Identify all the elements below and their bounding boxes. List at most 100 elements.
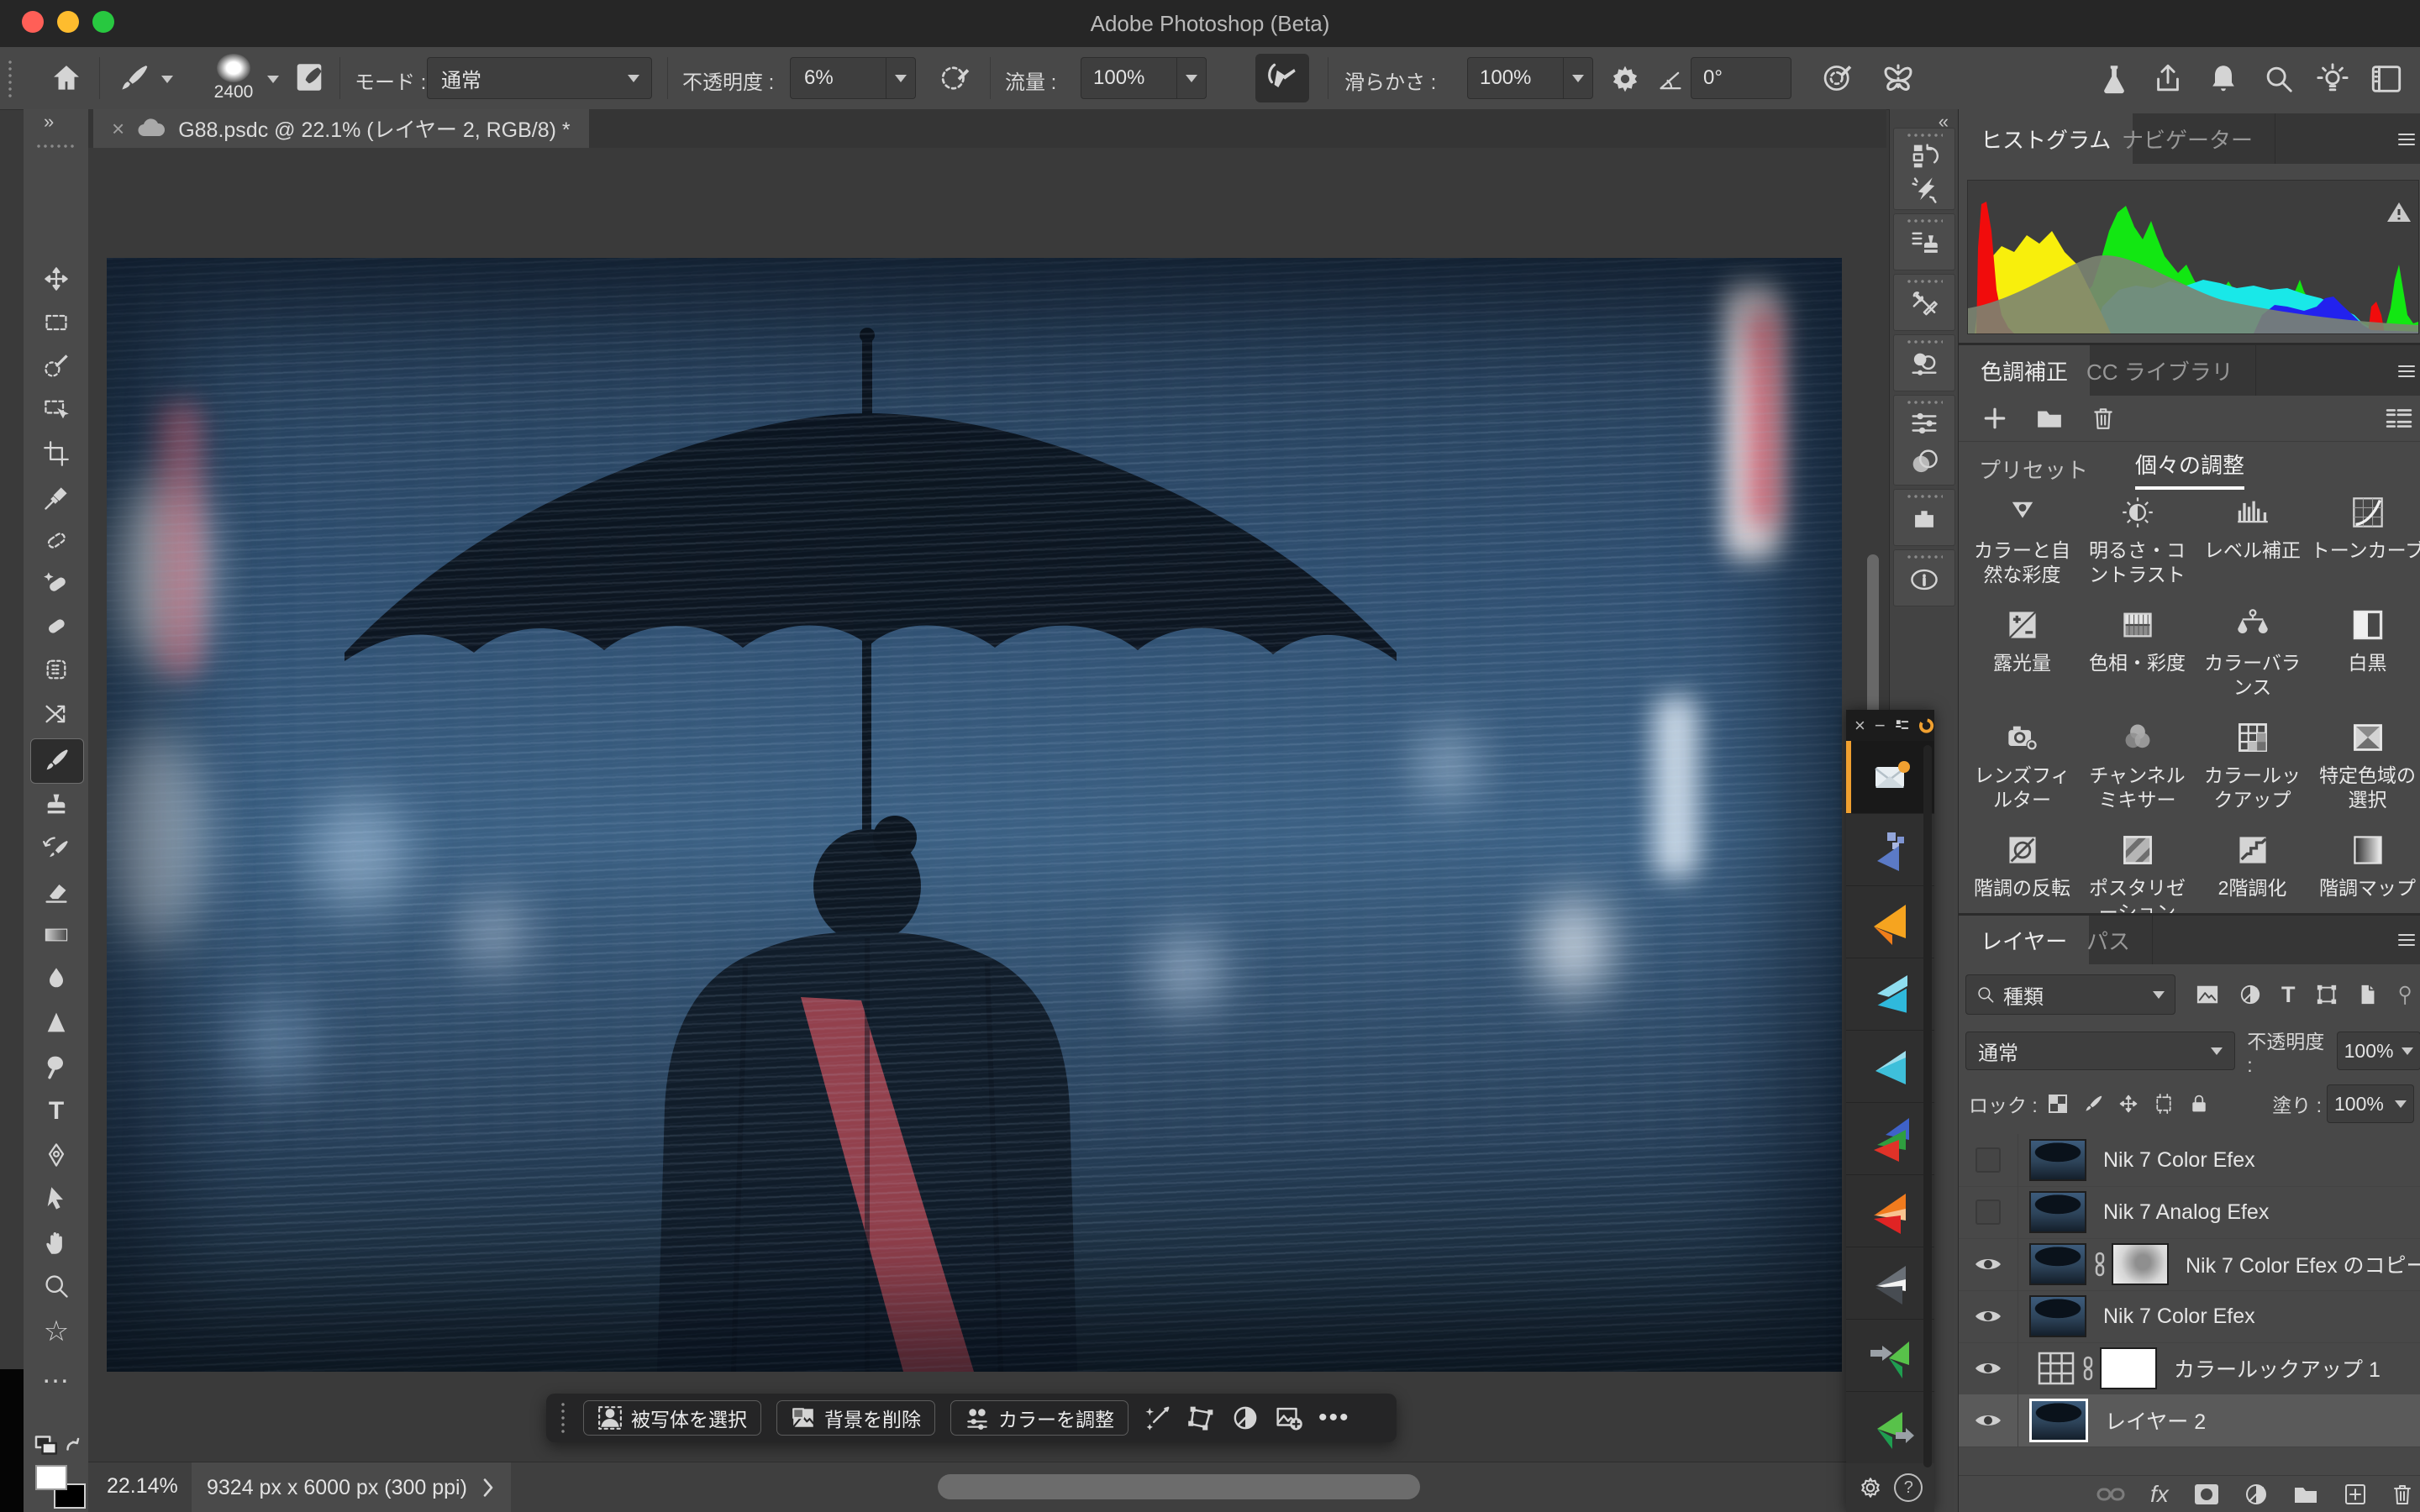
menu-icon[interactable]: [1895, 718, 1909, 733]
layer-mask-thumbnail[interactable]: [2100, 1347, 2157, 1389]
content-aware-move-tool-icon[interactable]: [42, 700, 71, 728]
adjustment-color-lookup[interactable]: カラールックアップ: [2195, 721, 2310, 812]
canvas-area[interactable]: 被写体を選択 背景を削除 カラーを調整 •••: [88, 148, 1886, 1462]
search-icon[interactable]: [2262, 62, 2296, 96]
panel-menu-icon[interactable]: [2396, 129, 2417, 150]
brush-size-picker[interactable]: 2400: [202, 54, 266, 102]
panel-grip[interactable]: [1906, 218, 1943, 224]
tab-paths[interactable]: パス: [2065, 916, 2153, 964]
add-image-icon[interactable]: [1275, 1404, 1303, 1432]
patch-tool-icon[interactable]: [42, 655, 71, 684]
adjustment-half-circle-icon[interactable]: [1231, 1404, 1260, 1432]
custom-shape-star-icon[interactable]: ☆: [42, 1317, 71, 1346]
panel-grip[interactable]: [1906, 554, 1943, 560]
document-info[interactable]: 9324 px x 6000 px (300 ppi): [192, 1462, 511, 1512]
add-adjustment-icon[interactable]: [1982, 406, 2007, 431]
chevron-down-icon[interactable]: [1176, 58, 1206, 98]
layer-thumbnail[interactable]: [2029, 1399, 2088, 1442]
adjustment-curves[interactable]: トーンカーブ: [2310, 496, 2420, 563]
layer-row[interactable]: カラールックアップ 1: [1959, 1342, 2420, 1395]
crop-tool-icon[interactable]: [42, 439, 71, 468]
remove-tool-icon[interactable]: [42, 526, 71, 554]
zoom-tool-icon[interactable]: [42, 1272, 71, 1300]
color-panel-icon[interactable]: [1910, 448, 1939, 476]
nik-color-efex-item[interactable]: [1846, 1102, 1934, 1175]
mask-link-icon[interactable]: [2093, 1252, 2107, 1277]
close-icon[interactable]: ×: [1854, 715, 1865, 737]
object-selection-tool-icon[interactable]: [42, 396, 71, 424]
panel-grip[interactable]: [1906, 339, 1943, 345]
new-group-icon[interactable]: [2293, 1483, 2318, 1505]
layer-row[interactable]: Nik 7 Color Efex: [1959, 1134, 2420, 1187]
minimize-icon[interactable]: −: [1875, 715, 1886, 737]
panel-grip[interactable]: [1906, 278, 1943, 285]
layer-thumbnail[interactable]: [2029, 1243, 2086, 1285]
gradient-tool-icon[interactable]: [42, 921, 71, 949]
layer-opacity-input[interactable]: 100%: [2337, 1032, 2420, 1070]
adjustment-levels[interactable]: レベル補正: [2195, 496, 2310, 563]
task-bar-grip[interactable]: [560, 1401, 568, 1435]
clone-source-panel-icon[interactable]: [1910, 229, 1939, 258]
color-mixer-panel-icon[interactable]: [1910, 350, 1939, 379]
workspace-switcher-icon[interactable]: [2370, 62, 2403, 96]
transform-icon[interactable]: [1187, 1404, 1216, 1432]
layer-filter-select[interactable]: 種類: [1965, 974, 2175, 1015]
nik-updates-item[interactable]: [1846, 741, 1934, 814]
add-mask-icon[interactable]: [2194, 1483, 2219, 1505]
adjustment-hue-saturation[interactable]: 色相・彩度: [2080, 608, 2195, 675]
adjustment-invert[interactable]: 階調の反転: [1965, 833, 2080, 900]
filter-type-layers-icon[interactable]: T: [2281, 982, 2296, 1008]
nik-analog-efex-item[interactable]: [1846, 1174, 1934, 1247]
layer-thumbnail[interactable]: [2029, 1295, 2086, 1337]
brush-size-chevron-icon[interactable]: [267, 76, 279, 83]
lock-paint-icon[interactable]: [2083, 1094, 2103, 1114]
adjustment-brightness-contrast[interactable]: 明るさ・コントラスト: [2080, 496, 2195, 587]
spot-healing-tool-icon[interactable]: [42, 569, 71, 597]
document-image[interactable]: [107, 258, 1842, 1372]
layer-thumbnail[interactable]: [2029, 1139, 2086, 1181]
lock-artboard-icon[interactable]: [2154, 1094, 2174, 1114]
adjustment-photo-filter[interactable]: レンズフィルター: [1965, 721, 2080, 812]
discover-lightbulb-icon[interactable]: [2316, 62, 2349, 96]
nik-viveza-item[interactable]: [1846, 885, 1934, 958]
filter-smart-objects-icon[interactable]: [2358, 984, 2378, 1005]
blur-tool-icon[interactable]: [42, 964, 71, 993]
lut-layer-icon[interactable]: [2038, 1352, 2075, 1385]
folder-icon[interactable]: [2036, 406, 2063, 431]
layer-style-fx-icon[interactable]: fx: [2150, 1481, 2169, 1508]
remove-background-button[interactable]: 背景を削除: [776, 1400, 935, 1436]
chevron-down-icon[interactable]: [1563, 58, 1592, 98]
brush-angle-input[interactable]: 0°: [1691, 57, 1791, 99]
subtab-individual[interactable]: 個々の調整: [2135, 449, 2244, 490]
list-view-icon[interactable]: [2386, 406, 2412, 431]
toggle-brush-panel-icon[interactable]: [292, 60, 326, 94]
nik-export-item[interactable]: [1846, 1391, 1934, 1463]
layer-mask-thumbnail[interactable]: [2112, 1243, 2169, 1285]
smoothing-input[interactable]: 100%: [1467, 57, 1593, 99]
move-tool-icon[interactable]: [42, 265, 71, 293]
adjustment-posterize[interactable]: ポスタリゼーション: [2080, 833, 2195, 925]
nik-dfine-item[interactable]: [1846, 813, 1934, 886]
sharpen-tool-icon[interactable]: [42, 1008, 71, 1037]
filter-shape-layers-icon[interactable]: [2316, 984, 2338, 1005]
more-tools-icon[interactable]: …: [42, 1359, 71, 1388]
visibility-toggle[interactable]: [1959, 1134, 2018, 1186]
swap-colors-icon[interactable]: [34, 1435, 81, 1460]
warning-icon[interactable]: [2386, 201, 2412, 223]
panel-menu-icon[interactable]: [2396, 360, 2417, 382]
panel-menu-icon[interactable]: [2396, 929, 2417, 951]
link-layers-icon[interactable]: [2096, 1484, 2125, 1504]
subtab-presets[interactable]: プリセット: [1979, 454, 2088, 485]
brush-preset-chevron-icon[interactable]: [161, 76, 173, 83]
layer-thumbnail[interactable]: [2029, 1191, 2086, 1233]
tool-options-panel-icon[interactable]: [1910, 290, 1939, 318]
healing-brush-tool-icon[interactable]: [42, 612, 71, 640]
panel-grip[interactable]: [1906, 493, 1943, 500]
generate-wand-icon[interactable]: [1144, 1404, 1172, 1432]
zoom-level[interactable]: 22.14%: [107, 1474, 178, 1499]
new-adjustment-layer-icon[interactable]: [2244, 1483, 2268, 1506]
settings-gear-icon[interactable]: [1858, 1475, 1883, 1500]
nik-presharpener-item[interactable]: [1846, 1030, 1934, 1103]
home-icon[interactable]: [50, 62, 82, 94]
path-select-tool-icon[interactable]: [42, 1184, 71, 1213]
